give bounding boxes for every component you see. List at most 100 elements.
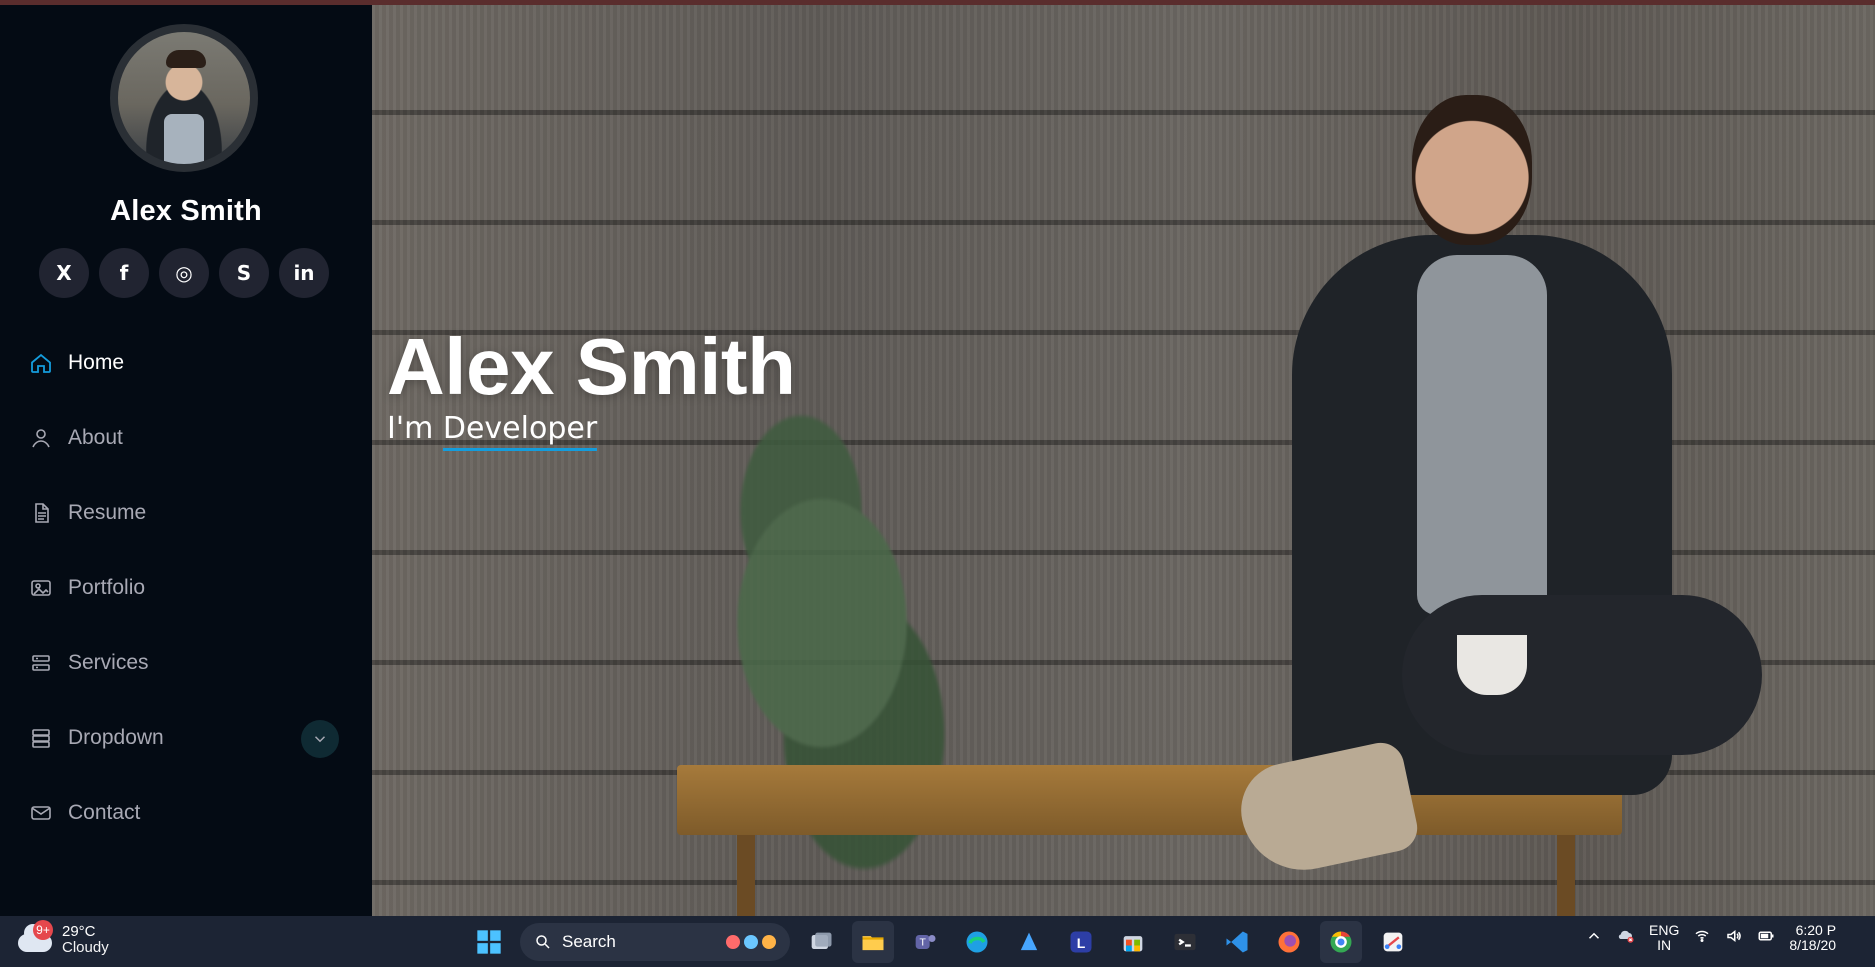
store-button[interactable] — [1112, 921, 1154, 963]
instagram-link[interactable]: ◎ — [159, 248, 209, 298]
balloon-red — [726, 935, 740, 949]
weather-condition: Cloudy — [62, 938, 109, 956]
hero-person — [1232, 95, 1772, 915]
sidebar-item-contact[interactable]: Contact — [0, 775, 372, 850]
facebook-icon: f — [119, 261, 129, 285]
hero-section: Alex Smith I'm Developer — [372, 5, 1875, 916]
sidebar-item-label: Home — [68, 350, 125, 374]
clock-time: 6:20 P — [1795, 922, 1837, 938]
volume-icon[interactable] — [1725, 927, 1743, 949]
sidebar-item-portfolio[interactable]: Portfolio — [0, 550, 372, 625]
person-legs — [1402, 595, 1762, 755]
terminal-icon — [1174, 933, 1196, 951]
edge-button[interactable] — [956, 921, 998, 963]
edge-icon — [966, 931, 988, 953]
language-line-1: ENG — [1649, 922, 1680, 938]
coffee-cup — [1457, 635, 1527, 695]
battery-icon[interactable] — [1757, 927, 1775, 949]
cloud-icon: 9+ — [18, 920, 53, 956]
balloon-blue — [744, 935, 758, 949]
facebook-link[interactable]: f — [99, 248, 149, 298]
sidebar: Alex Smith X f ◎ S in Home About Resume … — [0, 5, 372, 916]
mail-icon — [28, 800, 54, 826]
vscode-icon — [1226, 931, 1248, 953]
taskbar-search[interactable]: Search — [520, 923, 790, 961]
typed-role: Developer — [442, 411, 598, 451]
linkedin-link[interactable]: in — [279, 248, 329, 298]
svg-text:T: T — [919, 937, 926, 949]
sidebar-item-services[interactable]: Services — [0, 625, 372, 700]
sidebar-item-label: Resume — [68, 500, 147, 524]
sidebar-item-label: Contact — [68, 800, 141, 824]
sidebar-item-dropdown[interactable]: Dropdown — [0, 700, 372, 775]
instagram-icon: ◎ — [175, 261, 193, 285]
sidebar-nav: Home About Resume Portfolio Services Dro… — [0, 325, 372, 850]
search-icon — [536, 935, 550, 949]
windows-icon — [477, 930, 501, 954]
x-link[interactable]: X — [39, 248, 89, 298]
folder-icon — [862, 936, 884, 951]
windows-taskbar: 9+ 29°C Cloudy Search T L ENG IN 6:20 P … — [0, 916, 1875, 967]
system-tray: ENG IN 6:20 P 8/18/20 — [1585, 923, 1836, 952]
services-icon — [28, 650, 54, 676]
image-icon — [28, 575, 54, 601]
sidebar-item-resume[interactable]: Resume — [0, 475, 372, 550]
wifi-icon[interactable] — [1693, 927, 1711, 949]
start-button[interactable] — [468, 921, 510, 963]
skype-icon: S — [236, 261, 252, 285]
chevron-down-icon[interactable] — [301, 720, 339, 758]
sidebar-item-about[interactable]: About — [0, 400, 372, 475]
firefox-button[interactable] — [1268, 921, 1310, 963]
weather-badge: 9+ — [33, 920, 53, 940]
store-icon — [1123, 936, 1143, 952]
task-view-icon — [811, 932, 832, 949]
launcher-button[interactable]: L — [1060, 921, 1102, 963]
person-tshirt — [1417, 255, 1547, 615]
hero-subtitle-prefix: I'm — [387, 411, 443, 446]
chrome-icon — [1330, 931, 1352, 953]
taskbar-center: Search T L — [468, 921, 1414, 963]
vscode-button[interactable] — [1216, 921, 1258, 963]
balloon-orange — [762, 935, 776, 949]
avatar-shirt — [164, 114, 204, 164]
file-explorer-button[interactable] — [852, 921, 894, 963]
hero-title: Alex Smith — [387, 322, 796, 411]
social-links: X f ◎ S in — [39, 248, 329, 298]
teams-icon: T — [915, 935, 936, 949]
onedrive-error-icon[interactable] — [1617, 927, 1635, 949]
svg-text:L: L — [1077, 935, 1086, 951]
snipping-tool-icon — [1383, 932, 1403, 952]
weather-temp: 29°C — [62, 923, 96, 940]
document-icon — [28, 500, 54, 526]
task-view-button[interactable] — [800, 921, 842, 963]
language-indicator[interactable]: ENG IN — [1649, 923, 1679, 952]
clock[interactable]: 6:20 P 8/18/20 — [1789, 923, 1836, 952]
linkedin-icon: in — [293, 261, 315, 285]
skype-link[interactable]: S — [219, 248, 269, 298]
weather-widget[interactable]: 9+ 29°C Cloudy — [18, 920, 109, 956]
search-label: Search — [562, 932, 616, 951]
firefox-icon — [1278, 931, 1300, 953]
bench-leg — [737, 835, 755, 916]
sidebar-item-label: Dropdown — [68, 725, 164, 749]
language-line-2: IN — [1657, 936, 1672, 953]
person-head — [1412, 95, 1532, 245]
search-highlight-icon — [726, 935, 776, 949]
sidebar-item-label: Services — [68, 650, 149, 674]
chrome-button[interactable] — [1320, 921, 1362, 963]
sidebar-item-label: About — [68, 425, 123, 449]
snipping-tool-button[interactable] — [1372, 921, 1414, 963]
sidebar-item-home[interactable]: Home — [0, 325, 372, 400]
profile-avatar — [110, 24, 258, 172]
avatar-hair — [166, 50, 206, 68]
clock-date: 8/18/20 — [1789, 936, 1837, 953]
azure-icon — [1020, 932, 1038, 951]
hero-subtitle: I'm Developer — [387, 411, 598, 451]
profile-name: Alex Smith — [110, 195, 262, 227]
azure-data-studio-button[interactable] — [1008, 921, 1050, 963]
l-app-icon: L — [1070, 931, 1092, 953]
terminal-button[interactable] — [1164, 921, 1206, 963]
teams-button[interactable]: T — [904, 921, 946, 963]
home-icon — [28, 350, 54, 376]
chevron-up-icon[interactable] — [1585, 927, 1603, 949]
